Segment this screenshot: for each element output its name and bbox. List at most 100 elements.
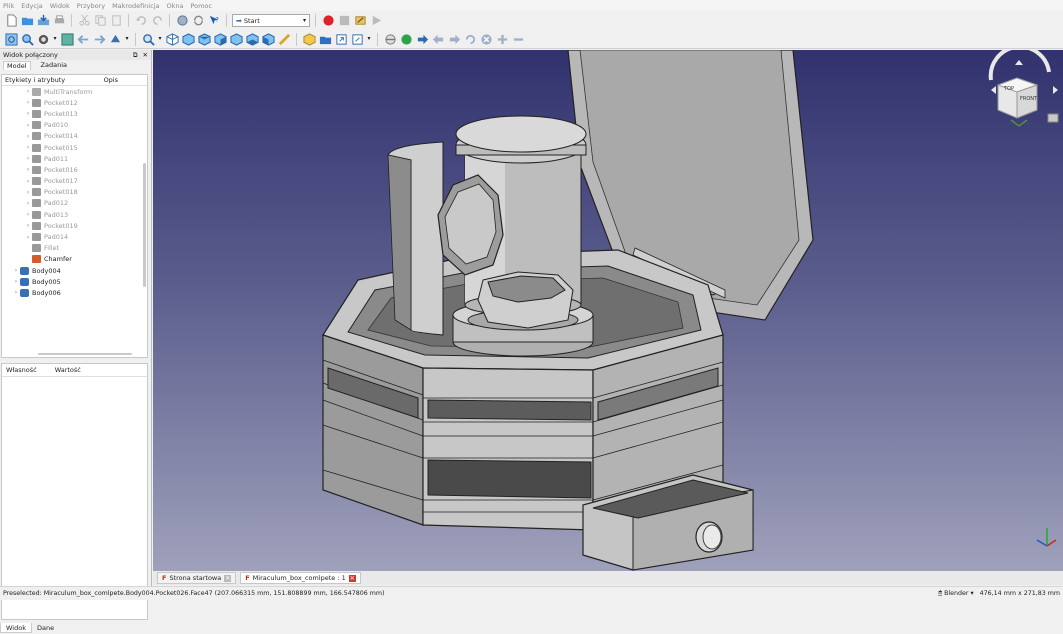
macros-icon[interactable] bbox=[353, 14, 367, 28]
tab-model[interactable]: Model bbox=[3, 60, 31, 70]
tree-item[interactable]: › Pocket014 bbox=[2, 131, 147, 142]
undock-icon[interactable]: ⧉ bbox=[133, 51, 138, 60]
expand-arrow-icon[interactable]: › bbox=[24, 110, 32, 117]
close-icon[interactable]: ✕ bbox=[143, 51, 148, 60]
cut-icon[interactable] bbox=[77, 14, 91, 28]
new-file-icon[interactable] bbox=[4, 14, 18, 28]
stop-macro-icon[interactable] bbox=[337, 14, 351, 28]
chevron-down-icon[interactable]: ▾ bbox=[366, 32, 372, 46]
expand-arrow-icon[interactable]: › bbox=[24, 189, 32, 196]
expand-arrow-icon[interactable]: › bbox=[12, 267, 20, 274]
sync-view-icon[interactable] bbox=[108, 32, 122, 46]
refresh-icon[interactable] bbox=[175, 14, 189, 28]
tree-hscrollbar[interactable] bbox=[38, 353, 132, 355]
menu-file[interactable]: Plik bbox=[3, 2, 14, 10]
tree-item[interactable]: › Pad010 bbox=[2, 120, 147, 131]
chevron-down-icon[interactable]: ▾ bbox=[124, 32, 130, 46]
menu-windows[interactable]: Okna bbox=[166, 2, 183, 10]
forward-arrow-icon[interactable] bbox=[92, 32, 106, 46]
tree-item[interactable]: Chamfer bbox=[2, 254, 147, 265]
menu-view[interactable]: Widok bbox=[50, 2, 70, 10]
next-nav-icon[interactable] bbox=[447, 32, 461, 46]
expand-arrow-icon[interactable]: › bbox=[24, 178, 32, 185]
tree-item[interactable]: › Pocket015 bbox=[2, 142, 147, 153]
tree-item[interactable]: › Body005 bbox=[2, 276, 147, 287]
tree-item[interactable]: › Body006 bbox=[2, 287, 147, 298]
close-tab-icon[interactable]: ✕ bbox=[224, 574, 232, 582]
tree-item[interactable]: › Pad011 bbox=[2, 153, 147, 164]
back-arrow-icon[interactable] bbox=[76, 32, 90, 46]
expand-arrow-icon[interactable]: › bbox=[24, 166, 32, 173]
tree-item[interactable]: › MultiTransform bbox=[2, 86, 147, 97]
menu-tools[interactable]: Przybory bbox=[77, 2, 105, 10]
tree-scrollbar[interactable] bbox=[143, 163, 146, 287]
clipping-plane-icon[interactable] bbox=[383, 32, 397, 46]
expand-arrow-icon[interactable]: › bbox=[24, 211, 32, 218]
expand-arrow-icon[interactable]: › bbox=[24, 133, 32, 140]
expand-arrow-icon[interactable]: › bbox=[24, 222, 32, 229]
group-icon[interactable] bbox=[318, 32, 332, 46]
nav-style-selector[interactable]: 🖱 Blender ▾ bbox=[938, 590, 973, 598]
expand-arrow-icon[interactable]: › bbox=[24, 88, 32, 95]
expand-arrow-icon[interactable]: › bbox=[24, 99, 32, 106]
expand-arrow-icon[interactable]: › bbox=[24, 144, 32, 151]
tree-item[interactable]: › Pad013 bbox=[2, 209, 147, 220]
record-macro-icon[interactable] bbox=[321, 14, 335, 28]
front-view-icon[interactable] bbox=[181, 32, 195, 46]
expand-arrow-icon[interactable]: › bbox=[12, 289, 20, 296]
fit-selection-icon[interactable] bbox=[20, 32, 34, 46]
tab-view[interactable]: Widok bbox=[0, 623, 32, 633]
zoom-out-icon[interactable] bbox=[511, 32, 525, 46]
link-actions-icon[interactable] bbox=[350, 32, 364, 46]
open-folder-icon[interactable] bbox=[20, 14, 34, 28]
zoom-icon[interactable] bbox=[141, 32, 155, 46]
menu-edit[interactable]: Edycja bbox=[21, 2, 42, 10]
menu-help[interactable]: Pomoc bbox=[190, 2, 212, 10]
menu-macro[interactable]: Makrodefinicja bbox=[112, 2, 159, 10]
tab-tasks[interactable]: Zadania bbox=[41, 61, 67, 69]
draw-style-icon[interactable] bbox=[36, 32, 50, 46]
globe-icon[interactable] bbox=[399, 32, 413, 46]
expand-arrow-icon[interactable]: › bbox=[24, 155, 32, 162]
tree-item[interactable]: › Pocket018 bbox=[2, 187, 147, 198]
chevron-down-icon[interactable]: ▾ bbox=[157, 32, 163, 46]
save-icon[interactable] bbox=[36, 14, 50, 28]
paste-icon[interactable] bbox=[109, 14, 123, 28]
part-icon[interactable] bbox=[302, 32, 316, 46]
top-view-icon[interactable] bbox=[197, 32, 211, 46]
expand-arrow-icon[interactable]: › bbox=[24, 122, 32, 129]
tree-item[interactable]: › Pocket013 bbox=[2, 108, 147, 119]
tree-item[interactable]: › Pad014 bbox=[2, 231, 147, 242]
copy-icon[interactable] bbox=[93, 14, 107, 28]
close-view-icon[interactable] bbox=[479, 32, 493, 46]
expand-arrow-icon[interactable]: › bbox=[24, 234, 32, 241]
recompute-icon[interactable] bbox=[191, 14, 205, 28]
workbench-selector[interactable]: ➡ Start ▾ bbox=[232, 14, 310, 27]
run-macro-icon[interactable] bbox=[369, 14, 383, 28]
right-view-icon[interactable] bbox=[213, 32, 227, 46]
whats-this-icon[interactable]: ? bbox=[207, 14, 221, 28]
forward-nav-icon[interactable] bbox=[415, 32, 429, 46]
bounding-box-icon[interactable] bbox=[60, 32, 74, 46]
tree-item[interactable]: › Pocket016 bbox=[2, 164, 147, 175]
tree-item[interactable]: › Pad012 bbox=[2, 198, 147, 209]
tab-data[interactable]: Dane bbox=[32, 623, 59, 633]
tree-item[interactable]: › Pocket017 bbox=[2, 176, 147, 187]
undo-icon[interactable] bbox=[134, 14, 148, 28]
navigation-cube[interactable]: TOP FRONT bbox=[988, 50, 1059, 127]
close-tab-icon[interactable]: ✕ bbox=[348, 574, 356, 582]
refresh-view-icon[interactable] bbox=[463, 32, 477, 46]
prev-nav-icon[interactable] bbox=[431, 32, 445, 46]
print-icon[interactable] bbox=[52, 14, 66, 28]
rear-view-icon[interactable] bbox=[229, 32, 243, 46]
expand-arrow-icon[interactable]: › bbox=[12, 278, 20, 285]
redo-icon[interactable] bbox=[150, 14, 164, 28]
isometric-view-icon[interactable] bbox=[165, 32, 179, 46]
measure-icon[interactable] bbox=[277, 32, 291, 46]
tab-document[interactable]: F Miraculum_box_comlpete : 1 ✕ bbox=[240, 572, 361, 584]
expand-arrow-icon[interactable]: › bbox=[24, 200, 32, 207]
fit-all-icon[interactable] bbox=[4, 32, 18, 46]
tree-item[interactable]: › Body004 bbox=[2, 265, 147, 276]
chevron-down-icon[interactable]: ▾ bbox=[52, 32, 58, 46]
3d-viewport[interactable]: TOP FRONT bbox=[153, 50, 1063, 571]
